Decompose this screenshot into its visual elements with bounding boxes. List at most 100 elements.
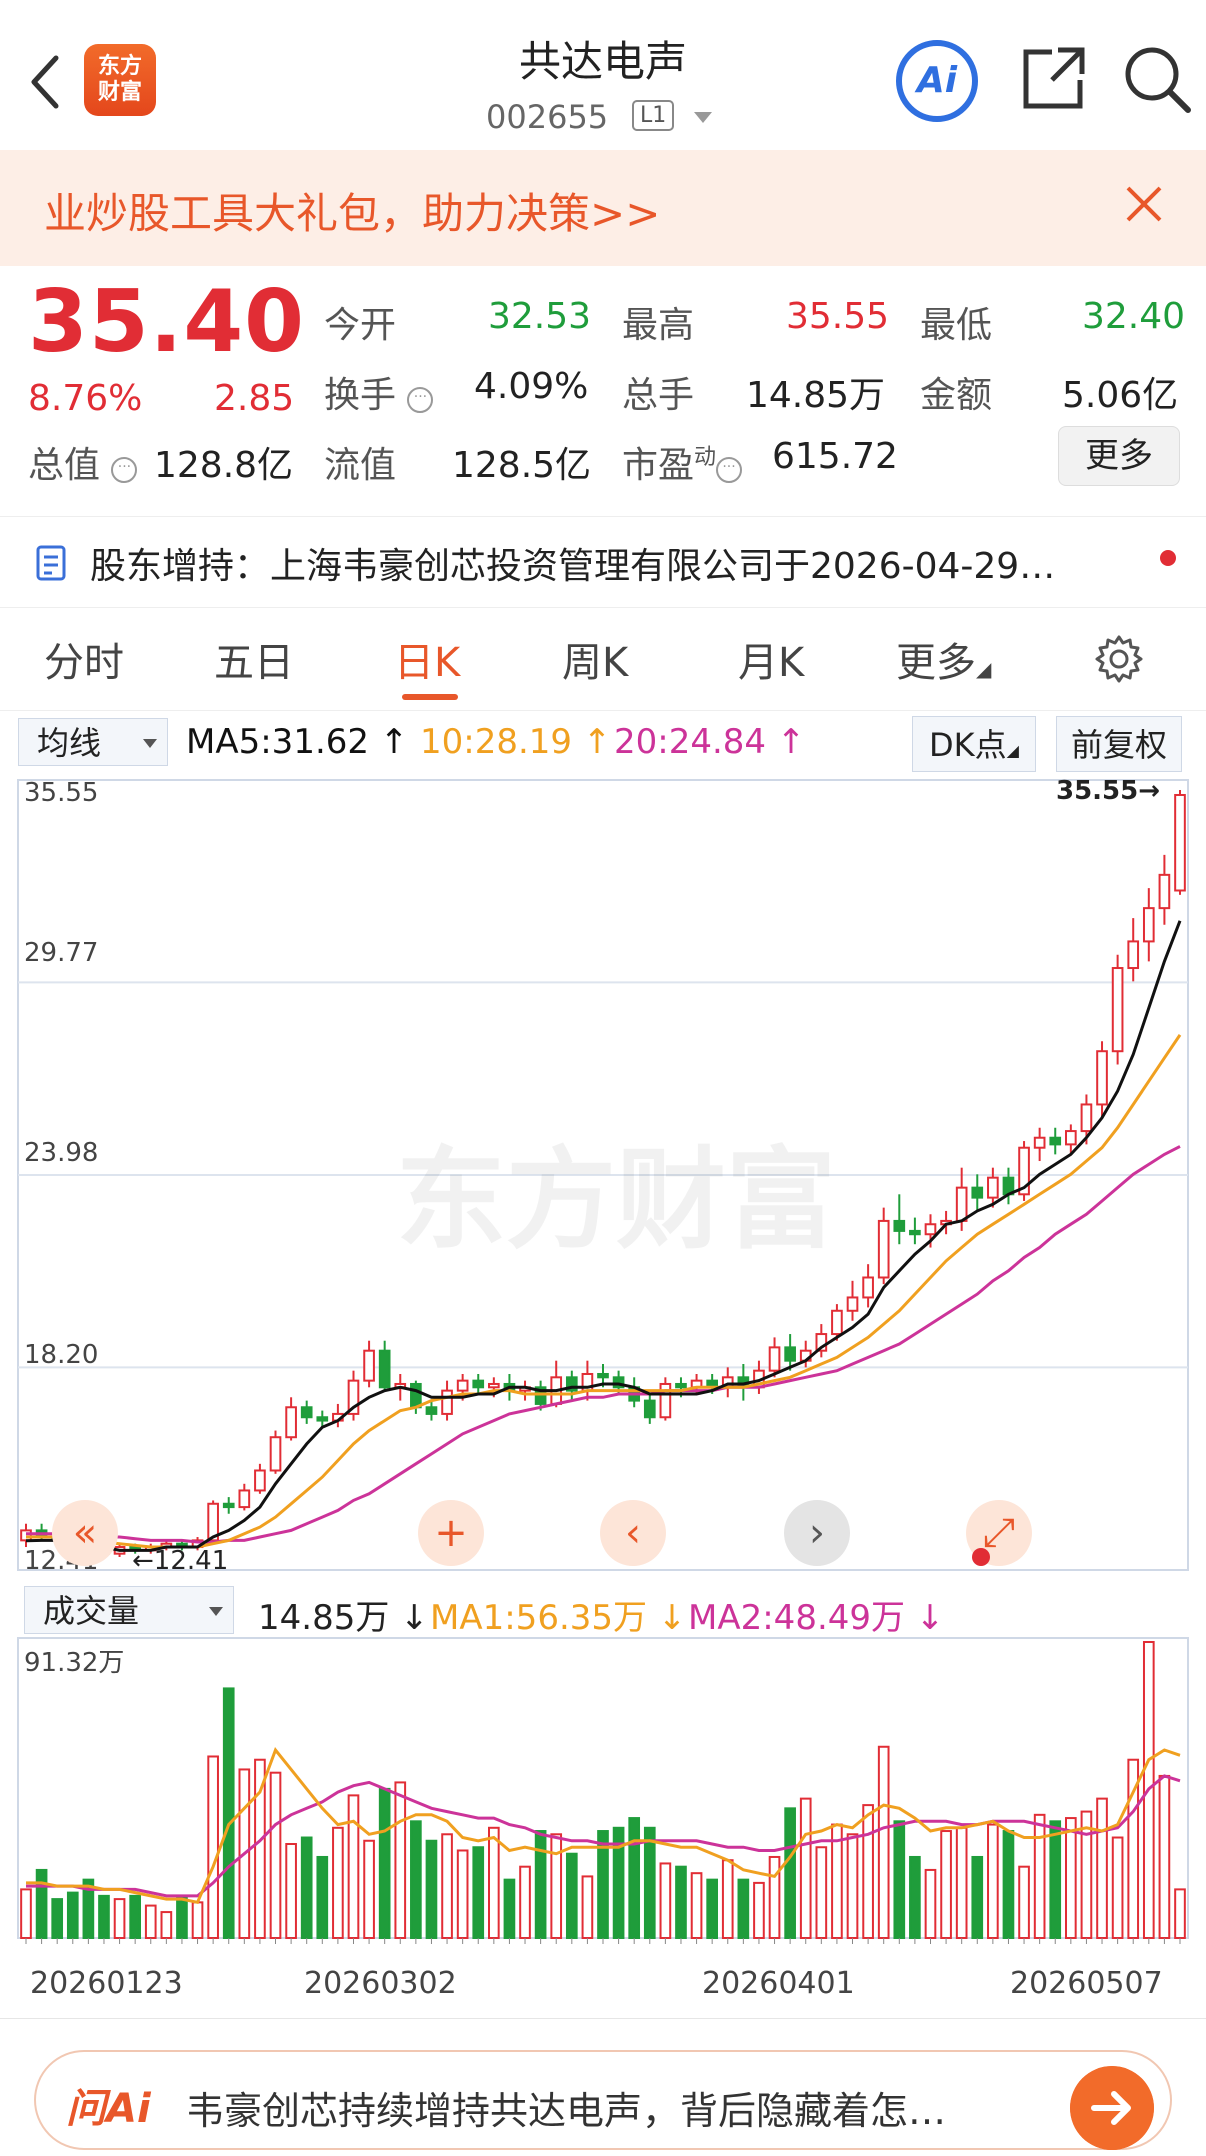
tab-daily-k[interactable]: 日K	[394, 630, 460, 688]
volume-bar	[768, 1855, 781, 1940]
price-axis-label: 18.20	[24, 1340, 99, 1370]
candle-body	[659, 1382, 672, 1419]
turnover-label: 换手 ···	[324, 366, 434, 418]
float-value: 128.5亿	[452, 445, 592, 486]
mktcap-label: 总值 ···	[28, 436, 138, 488]
pe-value: 615.72	[772, 436, 898, 477]
candle-body	[1065, 1130, 1077, 1146]
volume-bar	[363, 1839, 375, 1939]
low-marker: ←12.41	[132, 1546, 229, 1576]
info-icon[interactable]: ···	[716, 457, 743, 483]
indicator-select[interactable]: 均线	[18, 718, 168, 766]
vol-ma1-label: MA1:56.35万 ↓	[430, 1598, 687, 1638]
volume-bar	[971, 1855, 984, 1940]
candle-body	[675, 1382, 687, 1389]
divider	[0, 710, 1206, 711]
volume-bar	[1002, 1830, 1015, 1939]
volume-bar	[1174, 1888, 1186, 1939]
tab-weekly-k[interactable]: 周K	[562, 630, 628, 688]
candle-body	[1127, 940, 1140, 970]
volume-indicator-select[interactable]: 成交量	[24, 1586, 234, 1634]
volume-bar	[1049, 1820, 1062, 1939]
volume-bar	[909, 1855, 921, 1940]
tab-intraday[interactable]: 分时	[44, 630, 124, 688]
more-button[interactable]: 更多	[1058, 426, 1180, 486]
candle-body	[971, 1186, 984, 1199]
volume-bar	[753, 1881, 765, 1939]
volume-bar	[35, 1868, 48, 1939]
volume-bar	[628, 1817, 641, 1939]
volume-bar	[176, 1894, 188, 1939]
high-label: 最高	[622, 305, 695, 346]
header-bar: 东方 财富 共达电声 002655 L1 Ai	[0, 0, 1206, 148]
candle-body	[643, 1399, 656, 1419]
volume-bar	[191, 1901, 204, 1939]
promo-banner[interactable]: 业炒股工具大礼包，助力决策>>	[0, 150, 1206, 266]
close-icon[interactable]	[1124, 184, 1164, 224]
candle-body	[20, 1529, 32, 1542]
date-axis-label: 20260401	[702, 1966, 855, 2001]
open-value: 32.53	[488, 296, 592, 337]
amount-label: 金额	[920, 375, 993, 416]
candle-body	[909, 1229, 921, 1236]
candle-body	[300, 1406, 313, 1419]
candle-body	[378, 1349, 391, 1389]
volume-bar	[846, 1833, 859, 1939]
share-icon[interactable]	[1018, 44, 1088, 114]
date-axis-label: 20260302	[304, 1966, 457, 2001]
tab-five-day[interactable]: 五日	[214, 630, 294, 688]
candle-body	[862, 1276, 874, 1299]
tab-more[interactable]: 更多◢	[896, 630, 991, 688]
volume-bar	[503, 1878, 516, 1939]
tab-monthly-k[interactable]: 月K	[738, 630, 804, 688]
candle-body	[363, 1349, 375, 1382]
ai-button[interactable]: Ai	[896, 40, 978, 122]
volume-label: 总手	[622, 375, 695, 416]
volume-bar	[441, 1833, 453, 1939]
ask-ai-prompt[interactable]: 韦豪创芯持续增持共达电声，背后隐藏着怎…	[186, 2080, 946, 2135]
candle-body	[1142, 907, 1155, 943]
level-badge[interactable]: L1	[632, 100, 675, 131]
volume-bar	[581, 1875, 594, 1939]
dk-point-button[interactable]: DK点◢	[912, 716, 1036, 772]
high-value: 35.55	[786, 296, 890, 337]
info-icon[interactable]: ···	[111, 457, 138, 483]
volume-bar	[129, 1894, 141, 1939]
indicator-select-label: 均线	[37, 724, 102, 762]
candle-body	[784, 1346, 796, 1362]
candle-body	[285, 1406, 297, 1439]
candle-body	[269, 1436, 282, 1472]
volume-bar	[269, 1771, 282, 1939]
change-percent: 8.76%	[28, 378, 143, 419]
shareholder-notice[interactable]: 股东增持：上海韦豪创芯投资管理有限公司于2026-04-29…	[0, 516, 1206, 608]
date-axis-label: 20260123	[30, 1966, 183, 2001]
active-tab-indicator	[402, 694, 458, 700]
info-icon[interactable]: ···	[407, 387, 434, 413]
candle-body	[768, 1346, 781, 1372]
notice-text[interactable]: 股东增持：上海韦豪创芯投资管理有限公司于2026-04-29…	[90, 537, 1055, 589]
volume-bar	[1158, 1774, 1171, 1939]
volume-bar	[659, 1862, 672, 1940]
arrow-right-icon[interactable]	[1070, 2066, 1154, 2150]
volume-bar	[799, 1797, 812, 1939]
candle-body	[1174, 793, 1186, 892]
scroll-left-button[interactable]: ‹	[600, 1500, 666, 1566]
promo-text[interactable]: 业炒股工具大礼包，助力决策>>	[44, 180, 660, 241]
first-page-button[interactable]: «	[52, 1500, 118, 1566]
volume-bar	[410, 1820, 422, 1939]
volume-chart[interactable]	[0, 1636, 1206, 1954]
zoom-in-button[interactable]: +	[418, 1500, 484, 1566]
level-dropdown-icon[interactable]	[694, 112, 712, 123]
search-icon[interactable]	[1122, 44, 1192, 114]
volume-bar	[1080, 1810, 1093, 1939]
adjust-button[interactable]: 前复权	[1056, 716, 1182, 772]
candle-body	[1158, 873, 1171, 910]
volume-bar	[877, 1745, 890, 1939]
volume-bar	[893, 1820, 906, 1939]
scroll-right-button[interactable]: ›	[784, 1500, 850, 1566]
volume-bar	[1065, 1817, 1077, 1939]
low-value: 32.40	[1082, 296, 1186, 337]
candle-body	[846, 1296, 859, 1312]
watermark: 东方财富	[396, 1136, 836, 1264]
settings-gear-icon[interactable]	[1094, 634, 1144, 684]
